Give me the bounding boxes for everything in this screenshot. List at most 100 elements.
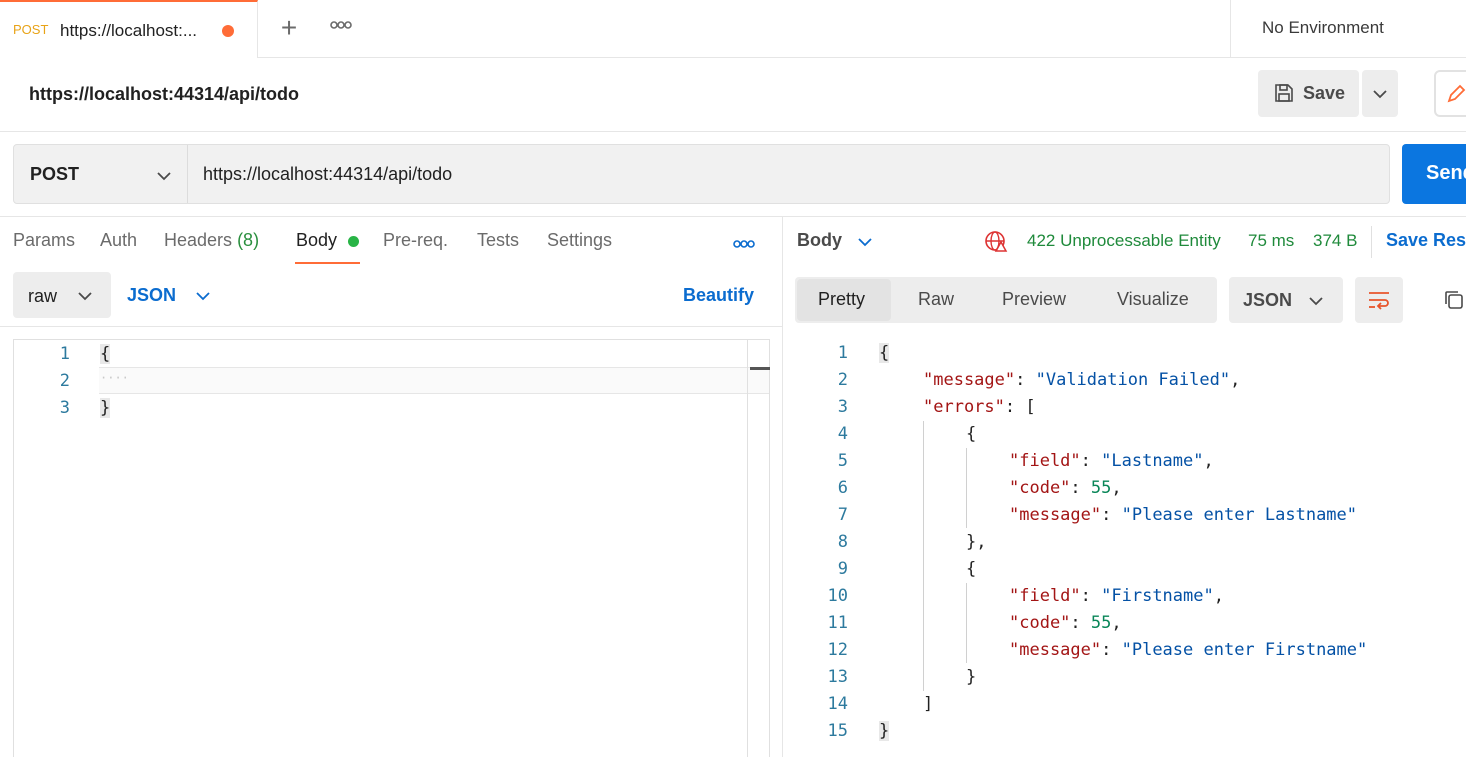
line-number: 2 (837, 370, 848, 390)
request-body-editor[interactable]: 1 2 3 { ···· } (13, 339, 770, 757)
request-title[interactable]: https://localhost:44314/api/todo (29, 84, 299, 105)
json-line: "code": 55, (1009, 478, 1122, 498)
view-tab-preview[interactable]: Preview (1002, 289, 1066, 310)
chevron-down-icon[interactable] (857, 235, 873, 253)
line-number: 3 (837, 397, 848, 417)
indent-guide (966, 448, 967, 528)
save-button[interactable]: Save (1258, 70, 1359, 117)
tab-settings[interactable]: Settings (547, 230, 612, 251)
code-line: { (100, 344, 111, 364)
tab-tests[interactable]: Tests (477, 230, 519, 251)
json-number: 55 (1090, 613, 1112, 633)
json-brace: }, (966, 532, 987, 552)
json-key: "message" (1009, 505, 1102, 525)
json-key: "field" (1009, 451, 1081, 471)
editor-scrollbar[interactable] (747, 340, 748, 757)
save-label: Save (1303, 83, 1346, 103)
wrap-lines-icon (1367, 289, 1391, 316)
plus-icon[interactable]: + (278, 14, 300, 42)
json-line: "message": "Please enter Lastname" (1009, 505, 1358, 525)
json-brace: { (879, 343, 890, 363)
wrap-lines-button[interactable] (1355, 277, 1403, 323)
chevron-down-icon (1372, 87, 1388, 105)
json-string: "Validation Failed" (1035, 370, 1231, 390)
response-size[interactable]: 374 B (1313, 231, 1357, 251)
divider (0, 216, 1466, 217)
more-horizontal-icon[interactable] (733, 236, 755, 254)
json-key: "message" (1009, 640, 1102, 660)
url-input[interactable]: https://localhost:44314/api/todo (203, 164, 452, 185)
pane-divider[interactable] (782, 216, 783, 757)
response-body-viewer[interactable]: 1 2 3 4 5 6 7 8 9 10 11 12 13 14 15 { "m… (795, 339, 1466, 757)
save-response-button[interactable]: Save Response (1386, 230, 1466, 251)
json-line: "message": "Please enter Firstname" (1009, 640, 1368, 660)
response-format-select[interactable]: JSON (1229, 277, 1343, 323)
request-tab[interactable]: POST https://localhost:... (0, 0, 258, 58)
json-key: "message" (923, 370, 1016, 390)
response-body-selector[interactable]: Body (797, 230, 842, 251)
body-mode-select[interactable]: raw (13, 272, 111, 318)
chevron-down-icon (77, 289, 93, 307)
method-select[interactable]: POST (14, 145, 188, 203)
response-status[interactable]: 422 Unprocessable Entity (1027, 231, 1221, 251)
body-active-dot-icon (348, 236, 359, 247)
json-brace: } (879, 721, 890, 741)
line-number: 8 (837, 532, 848, 552)
body-language-select[interactable]: JSON (127, 285, 176, 306)
divider (0, 326, 782, 327)
tab-auth[interactable]: Auth (100, 230, 137, 251)
globe-warning-icon (984, 229, 1010, 258)
scrollbar-marker (750, 367, 770, 370)
json-bracket: ] (923, 694, 934, 714)
view-tab-visualize[interactable]: Visualize (1117, 289, 1189, 310)
json-brace: } (966, 667, 977, 687)
view-tab-raw[interactable]: Raw (918, 289, 954, 310)
json-line: "errors": [ (923, 397, 1036, 417)
tab-headers[interactable]: Headers (8) (164, 230, 259, 251)
indent-guide (966, 583, 967, 663)
json-line: "field": "Firstname", (1009, 586, 1224, 606)
line-number: 2 (59, 371, 70, 391)
response-time[interactable]: 75 ms (1248, 231, 1294, 251)
indent-guide (923, 421, 924, 691)
line-number: 11 (827, 613, 848, 633)
json-string: "Firstname" (1101, 586, 1214, 606)
url-bar: POST https://localhost:44314/api/todo (13, 144, 1390, 204)
send-label: Send (1426, 162, 1466, 184)
view-tab-pretty[interactable]: Pretty (818, 289, 865, 310)
save-options-button[interactable] (1362, 70, 1398, 117)
chevron-down-icon[interactable] (195, 289, 211, 307)
beautify-button[interactable]: Beautify (683, 285, 754, 306)
json-line: "code": 55, (1009, 613, 1122, 633)
tab-headers-label: Headers (164, 230, 233, 250)
line-number: 6 (837, 478, 848, 498)
environment-label: No Environment (1262, 18, 1384, 37)
tab-params[interactable]: Params (13, 230, 75, 251)
json-key: "code" (1009, 478, 1071, 498)
line-number: 4 (837, 424, 848, 444)
line-number: 1 (59, 344, 70, 364)
line-number: 10 (827, 586, 848, 606)
json-string: "Please enter Lastname" (1121, 505, 1358, 525)
json-key: "errors" (923, 397, 1005, 417)
headers-count-badge: (8) (237, 230, 260, 250)
copy-icon[interactable] (1442, 288, 1466, 312)
line-number: 3 (59, 398, 70, 418)
code-line: } (100, 398, 111, 418)
more-horizontal-icon[interactable] (330, 17, 352, 35)
line-number: 13 (827, 667, 848, 687)
tab-title: https://localhost:... (60, 21, 198, 40)
json-number: 55 (1090, 478, 1112, 498)
json-key: "field" (1009, 586, 1081, 606)
response-format-label: JSON (1243, 290, 1293, 310)
line-number: 9 (837, 559, 848, 579)
chevron-down-icon (156, 169, 172, 187)
save-icon (1273, 82, 1295, 109)
line-number: 12 (827, 640, 848, 660)
edit-button[interactable] (1434, 70, 1466, 117)
method-label: POST (30, 164, 80, 184)
send-button[interactable]: Send (1402, 144, 1466, 204)
tab-prereq[interactable]: Pre-req. (383, 230, 448, 251)
environment-selector[interactable]: No Environment (1230, 0, 1466, 58)
tab-body[interactable]: Body (296, 230, 337, 251)
